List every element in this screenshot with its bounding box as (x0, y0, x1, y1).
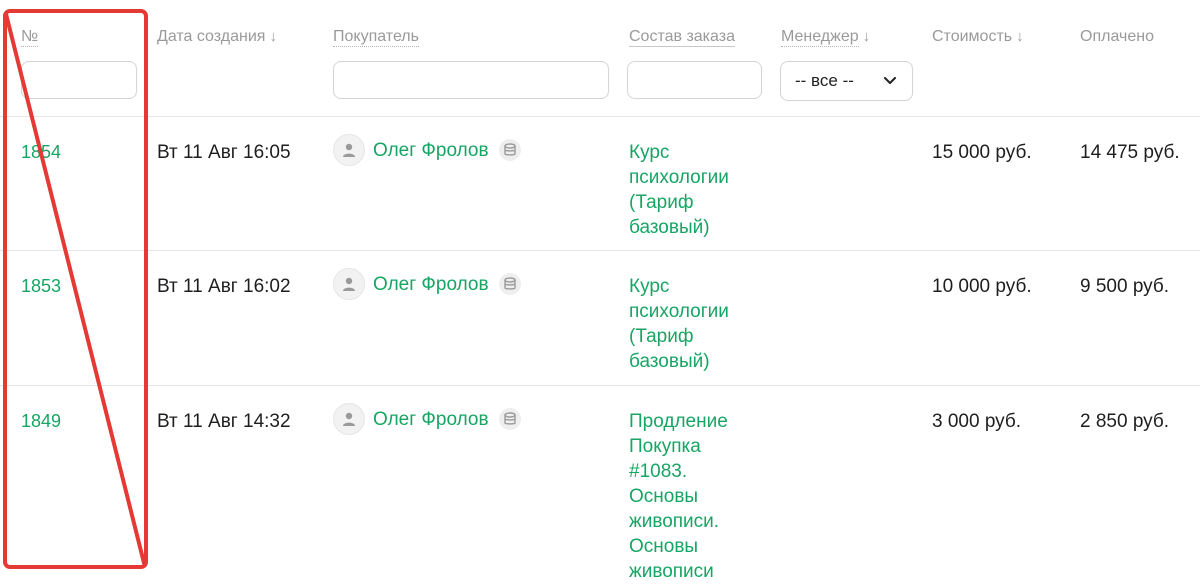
order-date: Вт 11 Авг 16:05 (157, 142, 291, 163)
product-line: базовый) (629, 217, 710, 238)
product-line: базовый) (629, 351, 710, 372)
column-header-cost[interactable]: Стоимость ↓ (932, 28, 1024, 46)
table-row: 1854 Вт 11 Авг 16:05 Олег Фролов Курс пс… (0, 116, 1200, 250)
column-header-paid[interactable]: Оплачено (1080, 28, 1154, 46)
column-header-manager-label[interactable]: Менеджер (781, 28, 859, 47)
order-id-link[interactable]: 1854 (21, 140, 61, 165)
order-date: Вт 11 Авг 14:32 (157, 411, 291, 432)
sort-arrow-icon[interactable]: ↓ (863, 28, 871, 45)
product-line: живописи. (629, 511, 720, 532)
order-product-link[interactable]: Продление Покупка #1083. Основы живописи… (629, 409, 759, 584)
order-cost: 3 000 руб. (932, 411, 1022, 432)
column-header-manager[interactable]: Менеджер ↓ (781, 28, 871, 47)
product-line: (Тариф (629, 192, 694, 213)
order-paid: 2 850 руб. (1080, 411, 1170, 432)
sort-arrow-icon[interactable]: ↓ (1016, 28, 1024, 45)
database-icon[interactable] (498, 408, 521, 430)
number-filter-input[interactable] (21, 61, 137, 99)
database-icon[interactable] (498, 139, 521, 161)
order-date: Вт 11 Авг 16:02 (157, 276, 291, 297)
buyer-cell: Олег Фролов (333, 403, 521, 435)
manager-filter-value: -- все -- (795, 71, 854, 90)
user-avatar-icon[interactable] (333, 403, 365, 435)
chevron-down-icon (884, 77, 896, 84)
buyer-name-link[interactable]: Олег Фролов (373, 138, 489, 163)
product-line: Продление (629, 411, 728, 432)
product-line: #1083. (629, 461, 688, 482)
buyer-name-link[interactable]: Олег Фролов (373, 272, 489, 297)
product-line: психологии (629, 167, 729, 188)
composition-filter-input[interactable] (627, 61, 762, 99)
product-line: живописи (629, 561, 714, 582)
product-line: Основы (629, 486, 699, 507)
column-header-created[interactable]: Дата создания ↓ (157, 28, 277, 46)
order-paid: 14 475 руб. (1080, 142, 1180, 163)
product-line: психологии (629, 301, 729, 322)
buyer-cell: Олег Фролов (333, 134, 521, 166)
column-header-cost-label[interactable]: Стоимость (932, 28, 1012, 45)
product-line: (Тариф (629, 326, 694, 347)
product-line: Покупка (629, 436, 701, 457)
order-cost: 15 000 руб. (932, 142, 1032, 163)
order-paid: 9 500 руб. (1080, 276, 1170, 297)
product-line: Курс (629, 276, 670, 297)
column-header-composition[interactable]: Состав заказа (629, 28, 735, 47)
column-header-created-label[interactable]: Дата создания (157, 28, 265, 45)
column-header-number[interactable]: № (21, 28, 39, 47)
column-header-buyer-label[interactable]: Покупатель (333, 28, 419, 47)
order-product-link[interactable]: Курс психологии (Тариф базовый) (629, 274, 759, 374)
database-icon[interactable] (498, 273, 521, 295)
order-product-link[interactable]: Курс психологии (Тариф базовый) (629, 140, 759, 240)
buyer-cell: Олег Фролов (333, 268, 521, 300)
product-line: Курс (629, 142, 670, 163)
table-row: 1849 Вт 11 Авг 14:32 Олег Фролов Продлен… (0, 385, 1200, 583)
buyer-name-link[interactable]: Олег Фролов (373, 407, 489, 432)
column-header-composition-label[interactable]: Состав заказа (629, 28, 735, 47)
user-avatar-icon[interactable] (333, 268, 365, 300)
buyer-filter-input[interactable] (333, 61, 609, 99)
order-id-link[interactable]: 1853 (21, 274, 61, 299)
manager-filter-select[interactable]: -- все -- (780, 61, 913, 101)
user-avatar-icon[interactable] (333, 134, 365, 166)
column-header-number-label[interactable]: № (21, 28, 39, 47)
table-row: 1853 Вт 11 Авг 16:02 Олег Фролов Курс пс… (0, 250, 1200, 385)
product-line: Основы (629, 536, 699, 557)
order-cost: 10 000 руб. (932, 276, 1032, 297)
column-header-paid-label[interactable]: Оплачено (1080, 28, 1154, 45)
order-id-link[interactable]: 1849 (21, 409, 61, 434)
column-header-buyer[interactable]: Покупатель (333, 28, 419, 47)
sort-arrow-icon[interactable]: ↓ (269, 28, 277, 45)
